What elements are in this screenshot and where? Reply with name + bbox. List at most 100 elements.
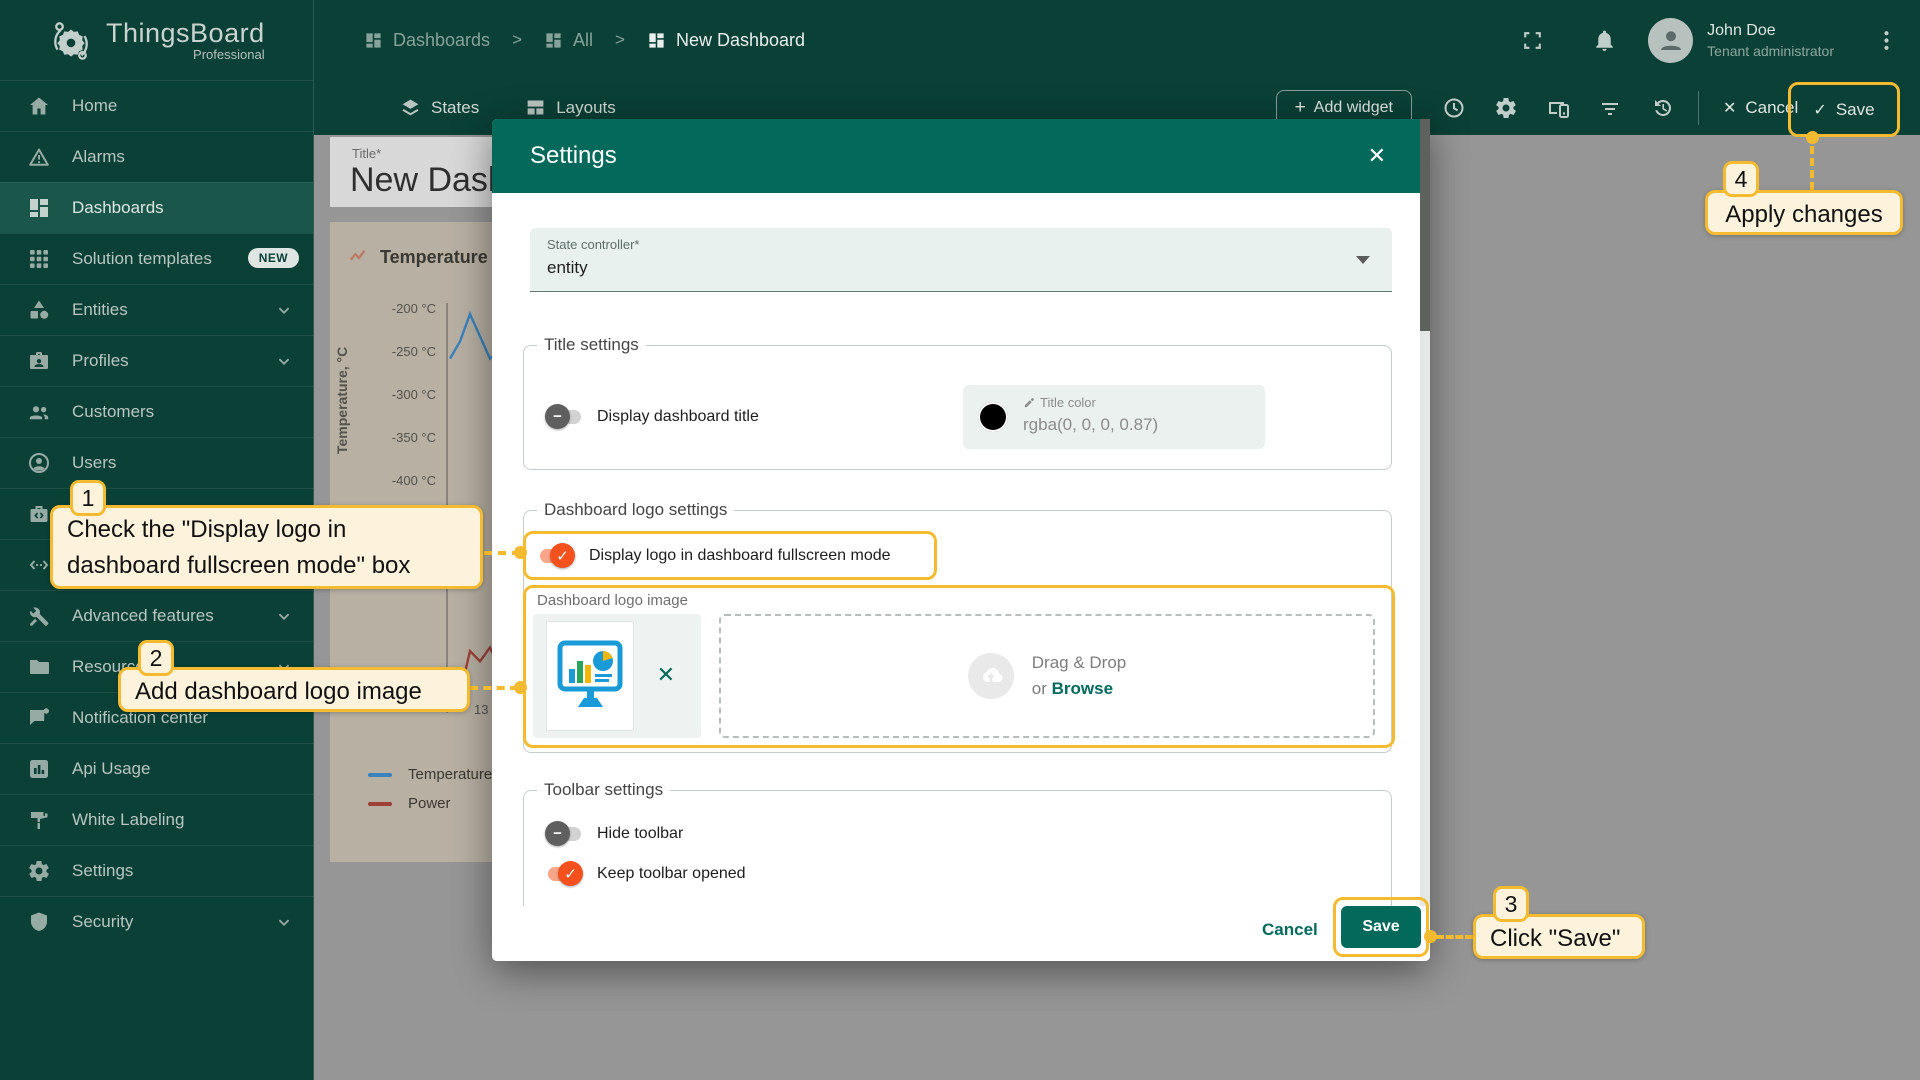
dashboard-grid-icon [544,31,563,50]
step-1-badge: 1 [70,480,106,516]
new-badge: NEW [248,248,299,268]
time-window-icon[interactable] [1428,86,1480,130]
user-avatar[interactable] [1648,18,1693,63]
entity-aliases-icon[interactable] [1532,86,1584,130]
brand-logo[interactable]: ThingsBoard Professional [0,0,313,80]
title-field-label: Title* [352,146,381,161]
sidebar-item-solution-templates[interactable]: Solution templates NEW [0,233,313,284]
scrollbar-thumb[interactable] [1420,119,1430,331]
state-controller-value: entity [547,258,588,278]
sidebar-item-users[interactable]: Users [0,437,313,488]
check-icon: ✓ [1813,100,1826,120]
security-icon [27,910,51,934]
version-history-icon[interactable] [1636,86,1688,130]
users-icon [27,451,51,475]
browse-link[interactable]: Browse [1052,679,1113,698]
sidebar-item-label: Entities [72,300,128,320]
breadcrumb-label: Dashboards [393,30,490,51]
sidebar-item-label: Security [72,912,133,932]
toolbar-settings-section: Toolbar settings Hide toolbar Keep toolb… [523,790,1392,906]
dashboard-settings-gear-icon[interactable] [1480,86,1532,130]
breadcrumb: Dashboards>All>New Dashboard [364,0,805,80]
add-widget-label: Add widget [1314,99,1393,117]
states-button[interactable]: States [400,97,479,118]
thingsboard-logo-icon [48,17,94,63]
header-actions: John Doe Tenant administrator [1510,0,1920,80]
connector-dot-step-1 [514,546,527,559]
display-title-toggle[interactable] [545,404,583,429]
legend-item[interactable]: Power [368,795,492,812]
alarms-icon [27,145,51,169]
dialog-scrollbar[interactable] [1420,119,1430,961]
sidebar-item-label: Settings [72,861,133,881]
chevron-down-icon [273,911,295,933]
rule-chains-icon [27,553,51,577]
sidebar-item-advanced-features[interactable]: Advanced features [0,590,313,641]
sidebar-item-white-labeling[interactable]: White Labeling [0,794,313,845]
sidebar-item-dashboards[interactable]: Dashboards [0,182,313,233]
chart-xtick: 13 [474,702,488,717]
legend-swatch [368,773,392,777]
remove-logo-icon[interactable]: ✕ [657,662,675,688]
fullscreen-icon[interactable] [1510,18,1554,62]
state-controller-select[interactable]: State controller* entity [530,228,1392,292]
chevron-down-icon [273,299,295,321]
sidebar-item-entities[interactable]: Entities [0,284,313,335]
legend-label: Temperature [408,766,492,783]
dialog-close-icon[interactable]: ✕ [1368,119,1386,193]
api-usage-icon [27,757,51,781]
header: Dashboards>All>New Dashboard John Doe Te… [314,0,1920,80]
sidebar-item-label: Solution templates [72,249,212,269]
connector-dot-step-4 [1806,131,1819,144]
user-info[interactable]: John Doe Tenant administrator [1707,22,1834,59]
filters-icon[interactable] [1584,86,1636,130]
legend-item[interactable]: Temperature [368,766,492,783]
breadcrumb-item[interactable]: New Dashboard [647,30,805,51]
upload-cloud-icon [968,653,1014,699]
state-controller-label: State controller* [547,237,640,252]
sidebar-item-profiles[interactable]: Profiles [0,335,313,386]
keep-toolbar-opened-toggle[interactable] [545,861,583,886]
or-label: or [1032,679,1047,698]
hide-toolbar-toggle[interactable] [545,821,583,846]
close-icon: ✕ [1723,98,1736,118]
dialog-save-button[interactable]: Save [1341,906,1421,948]
logo-dropzone[interactable]: Drag & Drop or Browse [719,614,1375,738]
sidebar-item-home[interactable]: Home [0,80,313,131]
keep-toolbar-opened-label: Keep toolbar opened [597,865,746,883]
sidebar-item-alarms[interactable]: Alarms [0,131,313,182]
sidebar-item-api-usage[interactable]: Api Usage [0,743,313,794]
logo-preview-image [547,622,633,730]
breadcrumb-item[interactable]: Dashboards [364,30,490,51]
sidebar-item-settings[interactable]: Settings [0,845,313,896]
title-color-swatch[interactable] [978,402,1008,432]
step-3-badge: 3 [1493,886,1529,922]
title-settings-section: Title settings Display dashboard title T… [523,345,1392,470]
chart-legend: Temperature Power [368,766,492,812]
chart-ylabel: Temperature, °C [334,300,350,500]
breadcrumb-label: All [573,30,593,51]
dropdown-arrow-icon [1356,256,1370,264]
dialog-footer: Cancel Save [492,906,1430,961]
hide-toolbar-label: Hide toolbar [597,825,683,843]
save-dashboard-button[interactable]: ✓ Save [1807,100,1880,120]
title-color-field[interactable]: Title color rgba(0, 0, 0, 0.87) [963,385,1265,449]
layouts-button[interactable]: Layouts [525,97,616,118]
chart-ytick: -200 °C [352,301,436,316]
settings-dialog: Settings ✕ State controller* entity Titl… [492,119,1430,961]
display-logo-toggle[interactable] [537,543,575,568]
logo-image-label: Dashboard logo image [537,592,688,609]
resources-icon [27,655,51,679]
connector-dot-step-2 [514,681,527,694]
integrations-center-icon [27,502,51,526]
white-labeling-icon [27,808,51,832]
more-menu-icon[interactable] [1864,18,1908,62]
solution-templates-icon [27,247,51,271]
sidebar-item-security[interactable]: Security [0,896,313,947]
breadcrumb-item[interactable]: All [544,30,593,51]
sidebar-item-customers[interactable]: Customers [0,386,313,437]
notifications-bell-icon[interactable] [1582,18,1626,62]
chevron-down-icon [273,350,295,372]
dialog-cancel-button[interactable]: Cancel [1262,920,1318,940]
toolbar-settings-legend: Toolbar settings [537,780,670,800]
